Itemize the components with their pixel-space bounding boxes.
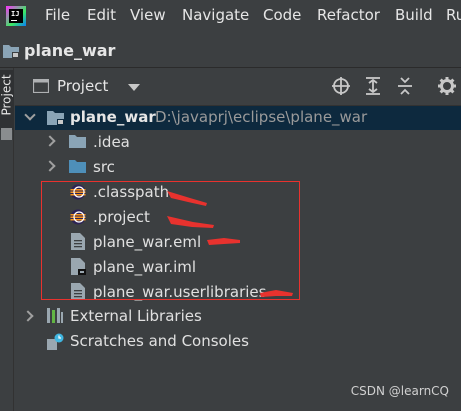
annotation-highlight-box (41, 181, 300, 300)
tree-item-external-libraries[interactable]: External Libraries (70, 307, 202, 325)
tree-item-scratches[interactable]: Scratches and Consoles (70, 332, 249, 350)
scratches-icon (47, 333, 64, 350)
stripe-project-label[interactable]: Project (0, 74, 14, 115)
project-folder-icon (3, 45, 19, 58)
expand-all-icon[interactable] (363, 76, 383, 96)
breadcrumb-project[interactable]: plane_war (24, 41, 115, 60)
menu-run[interactable]: Ru (446, 6, 461, 24)
source-folder-icon (69, 160, 86, 173)
locate-file-icon[interactable] (331, 76, 351, 96)
structure-icon[interactable] (1, 128, 12, 140)
library-icon (47, 308, 63, 323)
menu-code[interactable]: Code (263, 6, 301, 24)
collapse-all-icon[interactable] (395, 76, 415, 96)
tool-window-title[interactable]: Project (57, 77, 108, 95)
menu-build[interactable]: Build (395, 6, 433, 24)
menu-file[interactable]: File (45, 6, 70, 24)
folder-icon (69, 135, 86, 148)
tree-item-src[interactable]: src (93, 158, 115, 176)
menu-edit[interactable]: Edit (87, 6, 116, 24)
chevron-down-icon[interactable] (128, 84, 140, 91)
gear-icon[interactable] (437, 76, 457, 96)
menu-view[interactable]: View (130, 6, 166, 24)
tree-root-label[interactable]: plane_war (70, 108, 156, 126)
tree-root-path: D:\javaprj\eclipse\plane_war (155, 108, 368, 126)
menu-bar: IJ File Edit View Navigate Code Refactor… (0, 0, 461, 32)
menu-navigate[interactable]: Navigate (182, 6, 249, 24)
watermark: CSDN @learnCQ (350, 384, 449, 398)
project-view-icon (33, 79, 49, 93)
menu-refactor[interactable]: Refactor (317, 6, 380, 24)
tree-item-idea[interactable]: .idea (93, 133, 130, 151)
module-folder-icon (47, 111, 64, 125)
intellij-logo-icon[interactable]: IJ (6, 6, 26, 26)
